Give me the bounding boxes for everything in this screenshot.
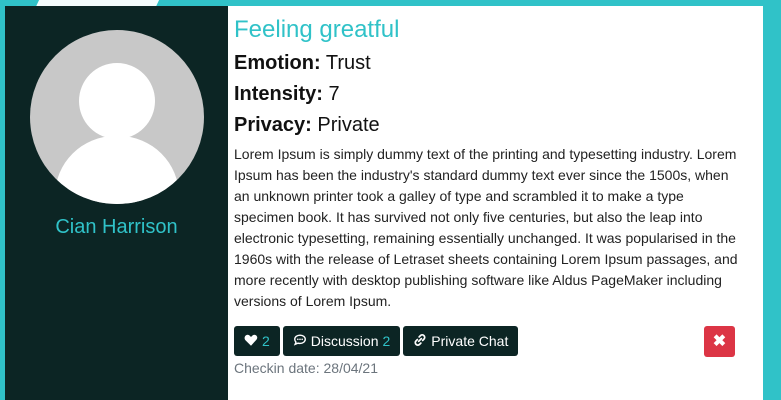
emotion-label: Emotion: xyxy=(234,52,321,74)
checkin-description: Lorem Ipsum is simply dummy text of the … xyxy=(234,146,738,309)
background-right-edge xyxy=(763,0,781,400)
discussion-count: 2 xyxy=(382,333,391,349)
emotion-value: Trust xyxy=(325,52,371,74)
private-chat-label: Private Chat xyxy=(431,333,509,349)
like-count: 2 xyxy=(262,333,270,349)
intensity-value: 7 xyxy=(328,83,340,105)
private-chat-button[interactable]: Private Chat xyxy=(403,326,519,356)
avatar xyxy=(29,30,204,204)
profile-sidebar: Cian Harrison xyxy=(5,6,228,400)
avatar-head-icon xyxy=(78,63,155,139)
close-icon: ✖ xyxy=(712,333,727,350)
emotion-row: Emotion: Trust xyxy=(234,52,739,74)
checkin-date: Checkin date: 28/04/21 xyxy=(234,360,378,376)
comment-icon xyxy=(293,333,307,350)
checkin-content: Feeling greatful Emotion: Trust Intensit… xyxy=(228,6,763,400)
delete-button[interactable]: ✖ xyxy=(704,325,735,357)
privacy-label: Privacy: xyxy=(234,114,312,136)
privacy-row: Privacy: Private xyxy=(234,114,739,136)
link-icon xyxy=(413,333,427,350)
checkin-card: Cian Harrison Feeling greatful Emotion: … xyxy=(5,6,763,400)
intensity-label: Intensity: xyxy=(234,83,323,105)
discussion-button[interactable]: Discussion 2 xyxy=(282,326,401,356)
discussion-label: Discussion xyxy=(310,333,379,349)
privacy-value: Private xyxy=(317,114,380,136)
heart-icon xyxy=(244,333,258,350)
avatar-shoulders-icon xyxy=(54,136,179,204)
intensity-row: Intensity: 7 xyxy=(234,83,739,105)
like-button[interactable]: 2 xyxy=(234,326,280,356)
checkin-title: Feeling greatful xyxy=(234,16,400,43)
action-bar: 2 Discussion 2 Private Chat ✖ xyxy=(234,325,739,357)
username: Cian Harrison xyxy=(55,216,178,238)
